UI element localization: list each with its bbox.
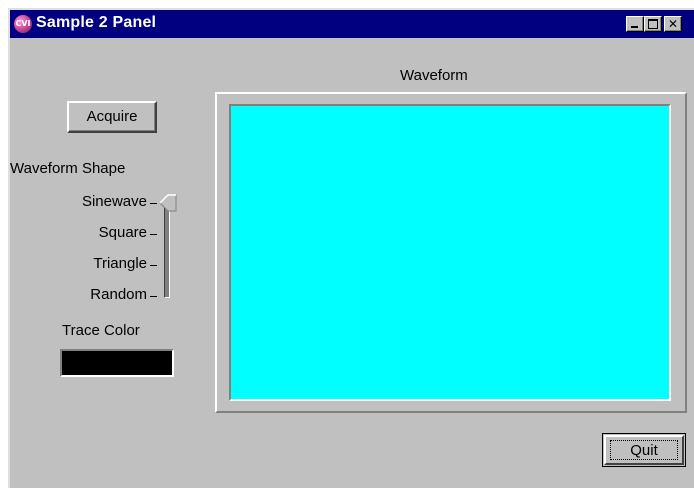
- quit-button-label: Quit: [630, 442, 658, 459]
- waveform-shape-slider-track[interactable]: [164, 202, 170, 298]
- minimize-button[interactable]: [626, 16, 644, 32]
- slider-tick: [150, 203, 157, 204]
- acquire-button[interactable]: Acquire: [67, 101, 157, 133]
- close-button[interactable]: ✕: [664, 16, 682, 32]
- quit-button-face: Quit: [604, 435, 684, 465]
- slider-option-random[interactable]: Random: [57, 286, 147, 303]
- waveform-shape-label: Waveform Shape: [10, 160, 126, 177]
- window-title: Sample 2 Panel: [36, 14, 157, 31]
- slider-option-sinewave[interactable]: Sinewave: [57, 193, 147, 210]
- sample-panel-window: CVI Sample 2 Panel ✕ Acquire Waveform Sh…: [8, 8, 694, 488]
- waveform-graph: [215, 92, 687, 413]
- waveform-graph-label: Waveform: [400, 67, 468, 84]
- minimize-icon: [631, 26, 638, 28]
- quit-button[interactable]: Quit: [602, 433, 686, 467]
- slider-tick: [150, 234, 157, 235]
- slider-option-square[interactable]: Square: [57, 224, 147, 241]
- title-bar[interactable]: CVI Sample 2 Panel ✕: [10, 10, 694, 38]
- app-icon[interactable]: CVI: [14, 15, 32, 33]
- maximize-icon: [648, 19, 658, 29]
- waveform-shape-slider-thumb[interactable]: [159, 194, 177, 212]
- close-icon: ✕: [667, 17, 679, 31]
- slider-tick: [150, 296, 157, 297]
- slider-tick: [150, 265, 157, 266]
- waveform-plot-area: [229, 104, 671, 401]
- trace-color-label: Trace Color: [62, 322, 140, 339]
- maximize-button[interactable]: [644, 16, 662, 32]
- slider-option-triangle[interactable]: Triangle: [57, 255, 147, 272]
- trace-color-swatch[interactable]: [60, 349, 174, 377]
